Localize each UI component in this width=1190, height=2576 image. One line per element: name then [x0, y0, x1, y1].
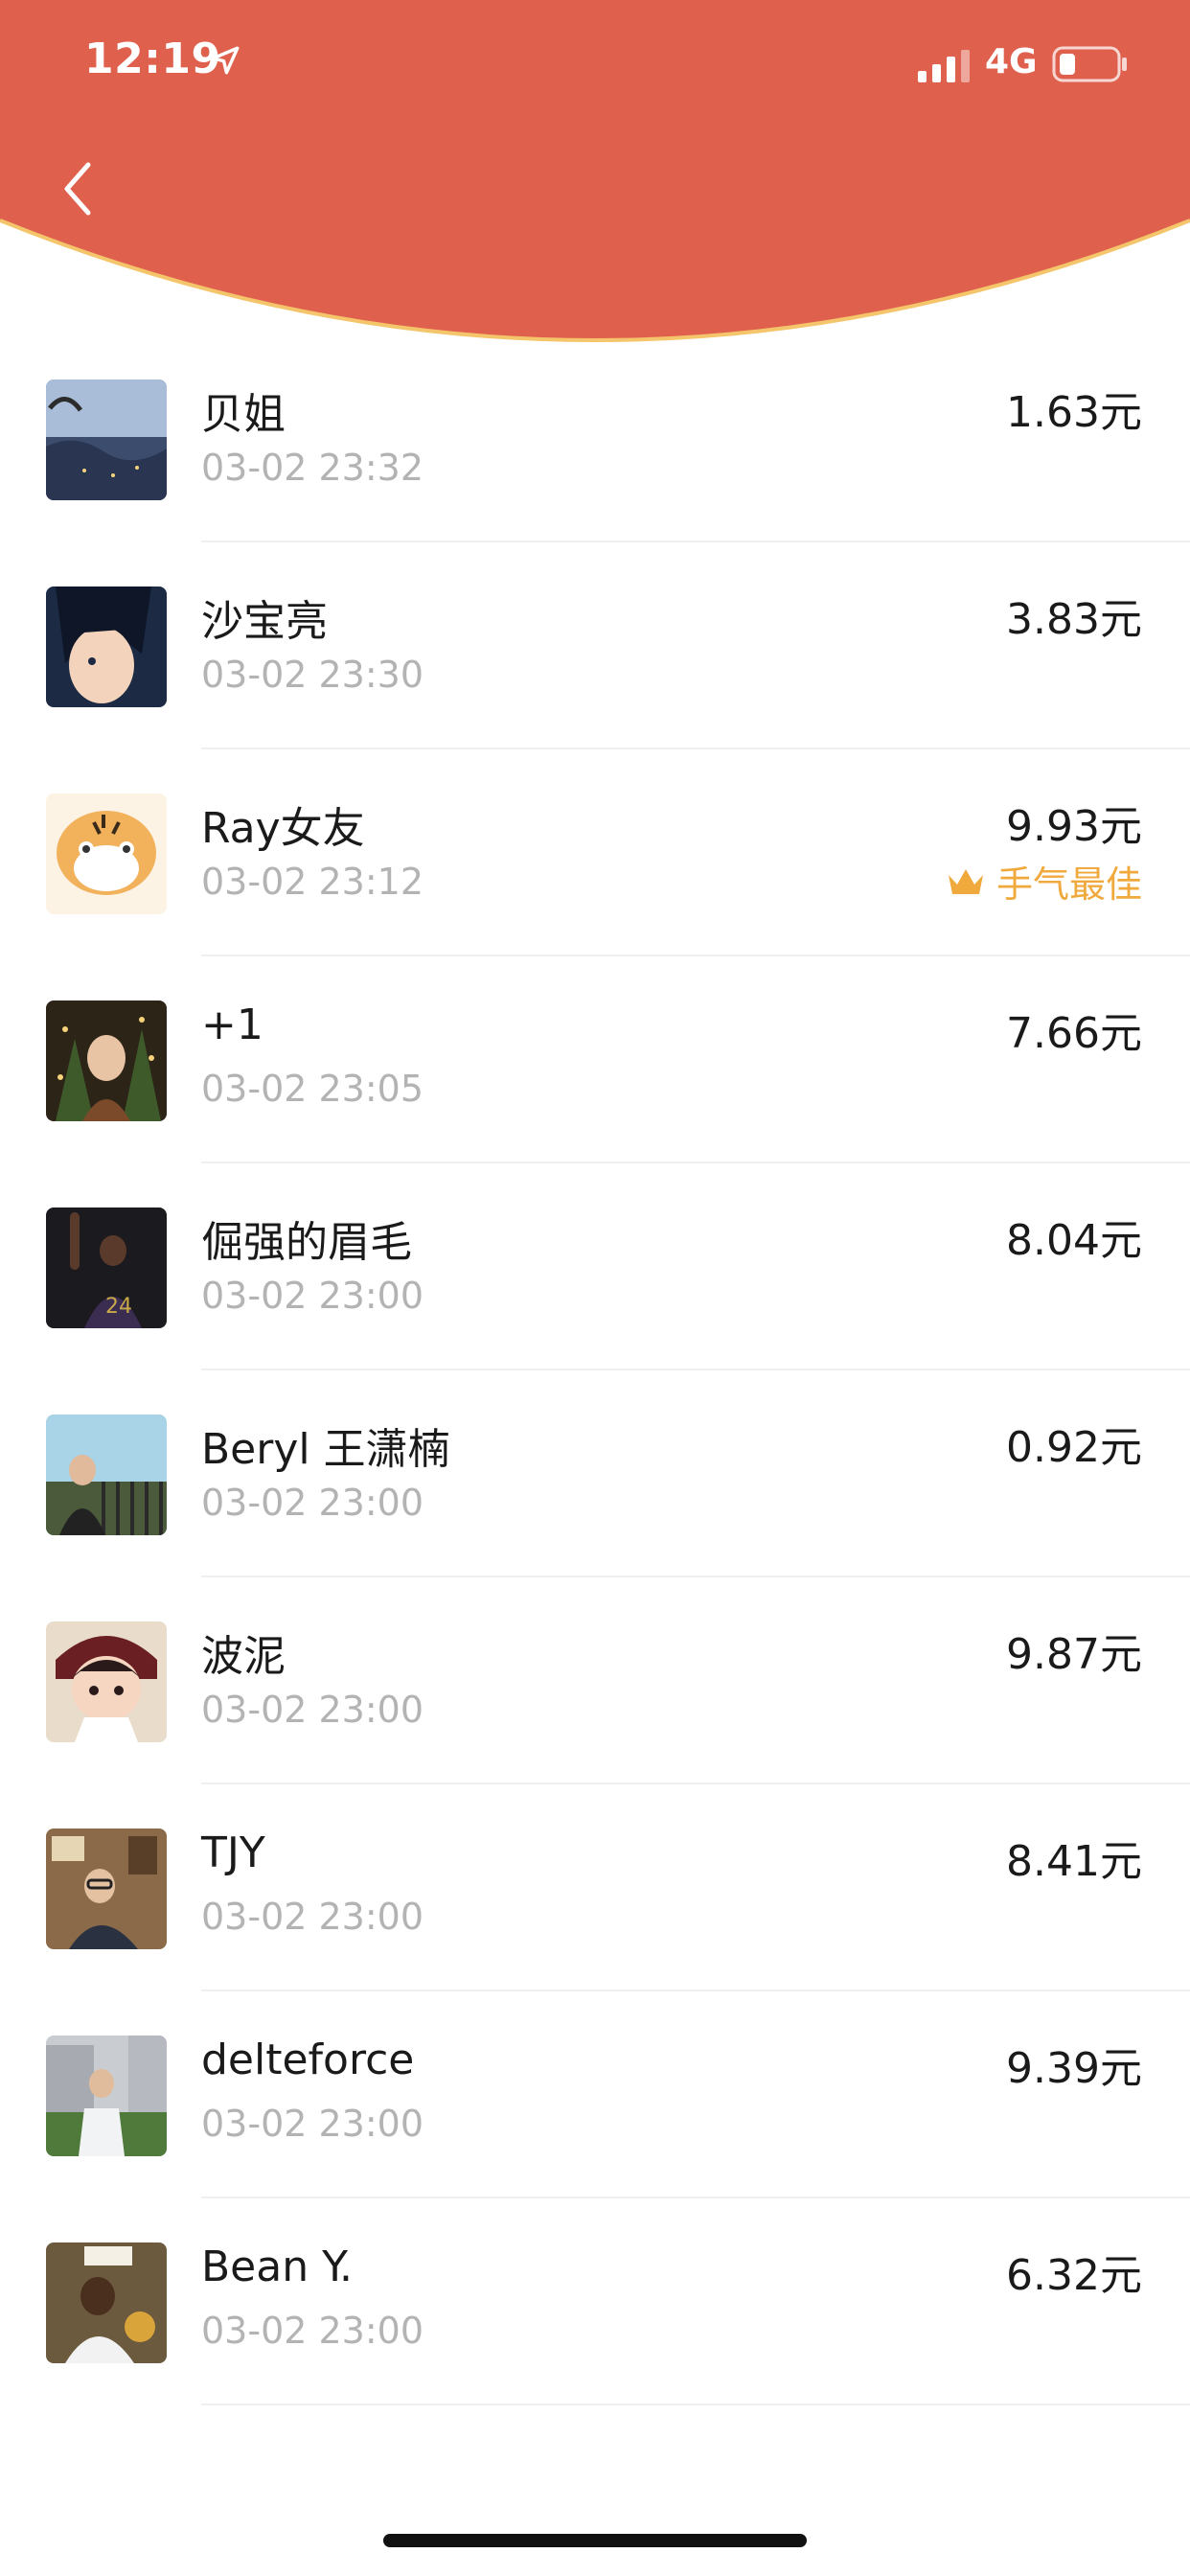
list-item[interactable]: 波泥 03-02 23:00 9.87元 [0, 1577, 1190, 1784]
list-item[interactable]: Ray女友 03-02 23:12 9.93元 手气最佳 [0, 749, 1190, 956]
network-type: 4G [985, 42, 1038, 81]
best-luck-badge: 手气最佳 [947, 855, 1142, 908]
recipient-name: 贝姐 [201, 390, 286, 439]
received-time: 03-02 23:32 [201, 447, 424, 489]
recipient-name: Bean Y. [201, 2242, 354, 2291]
received-time: 03-02 23:12 [201, 861, 424, 903]
avatar[interactable] [46, 1622, 167, 1742]
amount: 7.66元 [1006, 1009, 1142, 1058]
home-indicator[interactable] [383, 2534, 807, 2547]
crown-icon [948, 868, 983, 894]
received-time: 03-02 23:00 [201, 2103, 424, 2145]
list-item[interactable]: 贝姐 03-02 23:32 1.63元 [0, 335, 1190, 542]
svg-text:24: 24 [105, 1295, 132, 1319]
amount: 0.92元 [1006, 1423, 1142, 1472]
list-item[interactable]: delteforce 03-02 23:00 9.39元 [0, 1991, 1190, 2198]
amount: 6.32元 [1006, 2251, 1142, 2300]
amount: 8.04元 [1006, 1216, 1142, 1265]
recipient-name: 倔强的眉毛 [201, 1218, 412, 1267]
avatar[interactable] [46, 1828, 167, 1949]
best-luck-label: 手气最佳 [995, 863, 1142, 906]
amount: 1.63元 [1006, 388, 1142, 437]
avatar[interactable] [46, 2036, 167, 2156]
received-time: 03-02 23:00 [201, 1689, 424, 1731]
received-time: 03-02 23:00 [201, 1275, 424, 1317]
back-button[interactable] [52, 155, 109, 222]
recipient-name: 波泥 [201, 1632, 286, 1681]
received-time: 03-02 23:05 [201, 1068, 424, 1110]
recipient-name: TJY [201, 1828, 265, 1877]
divider [201, 2404, 1190, 2405]
recipient-list: 贝姐 03-02 23:32 1.63元 沙宝亮 03-02 23:30 3.8… [0, 335, 1190, 2405]
avatar[interactable]: 24 [46, 1208, 167, 1328]
red-packet-header: 12:19 4G [0, 0, 1190, 364]
amount: 8.41元 [1006, 1837, 1142, 1886]
avatar[interactable] [46, 1414, 167, 1535]
amount: 9.87元 [1006, 1630, 1142, 1679]
received-time: 03-02 23:00 [201, 2310, 424, 2352]
status-time: 12:19 [84, 34, 221, 83]
avatar[interactable] [46, 380, 167, 500]
location-arrow-icon [211, 46, 240, 75]
received-time: 03-02 23:00 [201, 1482, 424, 1524]
avatar[interactable] [46, 794, 167, 914]
recipient-name: +1 [201, 1000, 263, 1049]
amount: 9.93元 [1006, 802, 1142, 851]
avatar[interactable] [46, 1000, 167, 1121]
avatar[interactable] [46, 586, 167, 707]
recipient-name: delteforce [201, 2036, 415, 2084]
amount: 9.39元 [1006, 2044, 1142, 2093]
received-time: 03-02 23:00 [201, 1896, 424, 1938]
list-item[interactable]: 24 倔强的眉毛 03-02 23:00 8.04元 [0, 1163, 1190, 1370]
avatar[interactable] [46, 2242, 167, 2363]
amount: 3.83元 [1006, 595, 1142, 644]
recipient-name: 沙宝亮 [201, 597, 328, 646]
list-item[interactable]: TJY 03-02 23:00 8.41元 [0, 1784, 1190, 1991]
battery-icon [1052, 46, 1127, 82]
list-item[interactable]: Beryl 王潇楠 03-02 23:00 0.92元 [0, 1370, 1190, 1577]
list-item[interactable]: +1 03-02 23:05 7.66元 [0, 956, 1190, 1163]
cellular-signal-icon [918, 50, 970, 82]
list-item[interactable]: 沙宝亮 03-02 23:30 3.83元 [0, 542, 1190, 749]
recipient-name: Beryl 王潇楠 [201, 1425, 450, 1474]
list-item[interactable]: Bean Y. 03-02 23:00 6.32元 [0, 2198, 1190, 2405]
recipient-name: Ray女友 [201, 804, 365, 853]
received-time: 03-02 23:30 [201, 654, 424, 696]
